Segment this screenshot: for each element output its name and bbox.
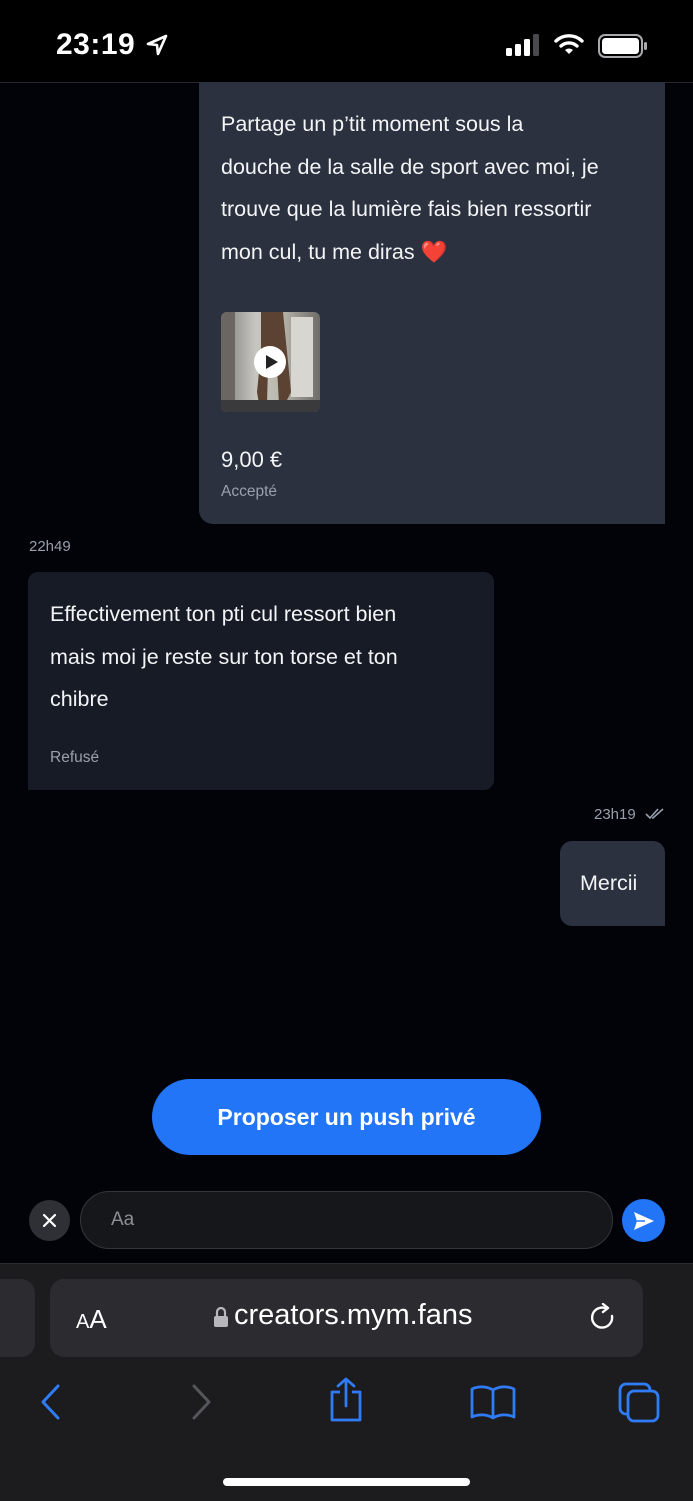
double-check-icon bbox=[645, 808, 664, 820]
send-button[interactable] bbox=[622, 1199, 665, 1242]
message-timestamp: 22h49 bbox=[29, 538, 71, 555]
back-icon[interactable] bbox=[38, 1384, 64, 1420]
status-label: Refusé bbox=[50, 749, 100, 766]
share-icon[interactable] bbox=[327, 1377, 365, 1423]
close-icon bbox=[42, 1213, 57, 1228]
previous-tab-preview[interactable] bbox=[0, 1279, 35, 1357]
send-icon bbox=[634, 1212, 654, 1230]
url-text: creators.mym.fans bbox=[234, 1299, 473, 1331]
propose-private-push-button[interactable]: Proposer un push privé bbox=[152, 1079, 541, 1155]
forward-icon[interactable] bbox=[188, 1384, 214, 1420]
message-timestamp: 23h19 bbox=[594, 806, 636, 823]
reload-icon[interactable] bbox=[590, 1303, 618, 1333]
message-text: Mercii bbox=[580, 871, 638, 895]
text-size-button[interactable]: AA bbox=[76, 1304, 107, 1335]
status-label: Accepté bbox=[221, 483, 278, 500]
location-arrow-icon bbox=[146, 34, 168, 56]
signal-icon bbox=[506, 34, 539, 56]
wifi-icon bbox=[554, 34, 584, 54]
status-bar: 23:19 bbox=[0, 0, 693, 83]
close-button[interactable] bbox=[29, 1200, 70, 1241]
message-input[interactable] bbox=[80, 1191, 613, 1249]
outgoing-message-bubble[interactable]: Mercii bbox=[560, 841, 665, 926]
status-time: 23:19 bbox=[56, 28, 136, 61]
battery-icon bbox=[598, 34, 647, 58]
tabs-icon[interactable] bbox=[617, 1381, 661, 1423]
home-indicator bbox=[223, 1478, 470, 1486]
message-text: Effectivement ton pti cul ressort bien m… bbox=[50, 602, 398, 712]
message-text: Partage un p’tit moment sous la douche d… bbox=[221, 112, 599, 265]
heart-emoji: ❤️ bbox=[420, 240, 448, 265]
bookmarks-icon[interactable] bbox=[469, 1384, 517, 1420]
price-label: 9,00 € bbox=[221, 447, 283, 472]
address-bar[interactable]: AA creators.mym.fans bbox=[50, 1279, 643, 1357]
lock-icon bbox=[214, 1306, 228, 1327]
browser-toolbar: AA creators.mym.fans bbox=[0, 1263, 693, 1501]
play-icon[interactable] bbox=[254, 346, 286, 378]
